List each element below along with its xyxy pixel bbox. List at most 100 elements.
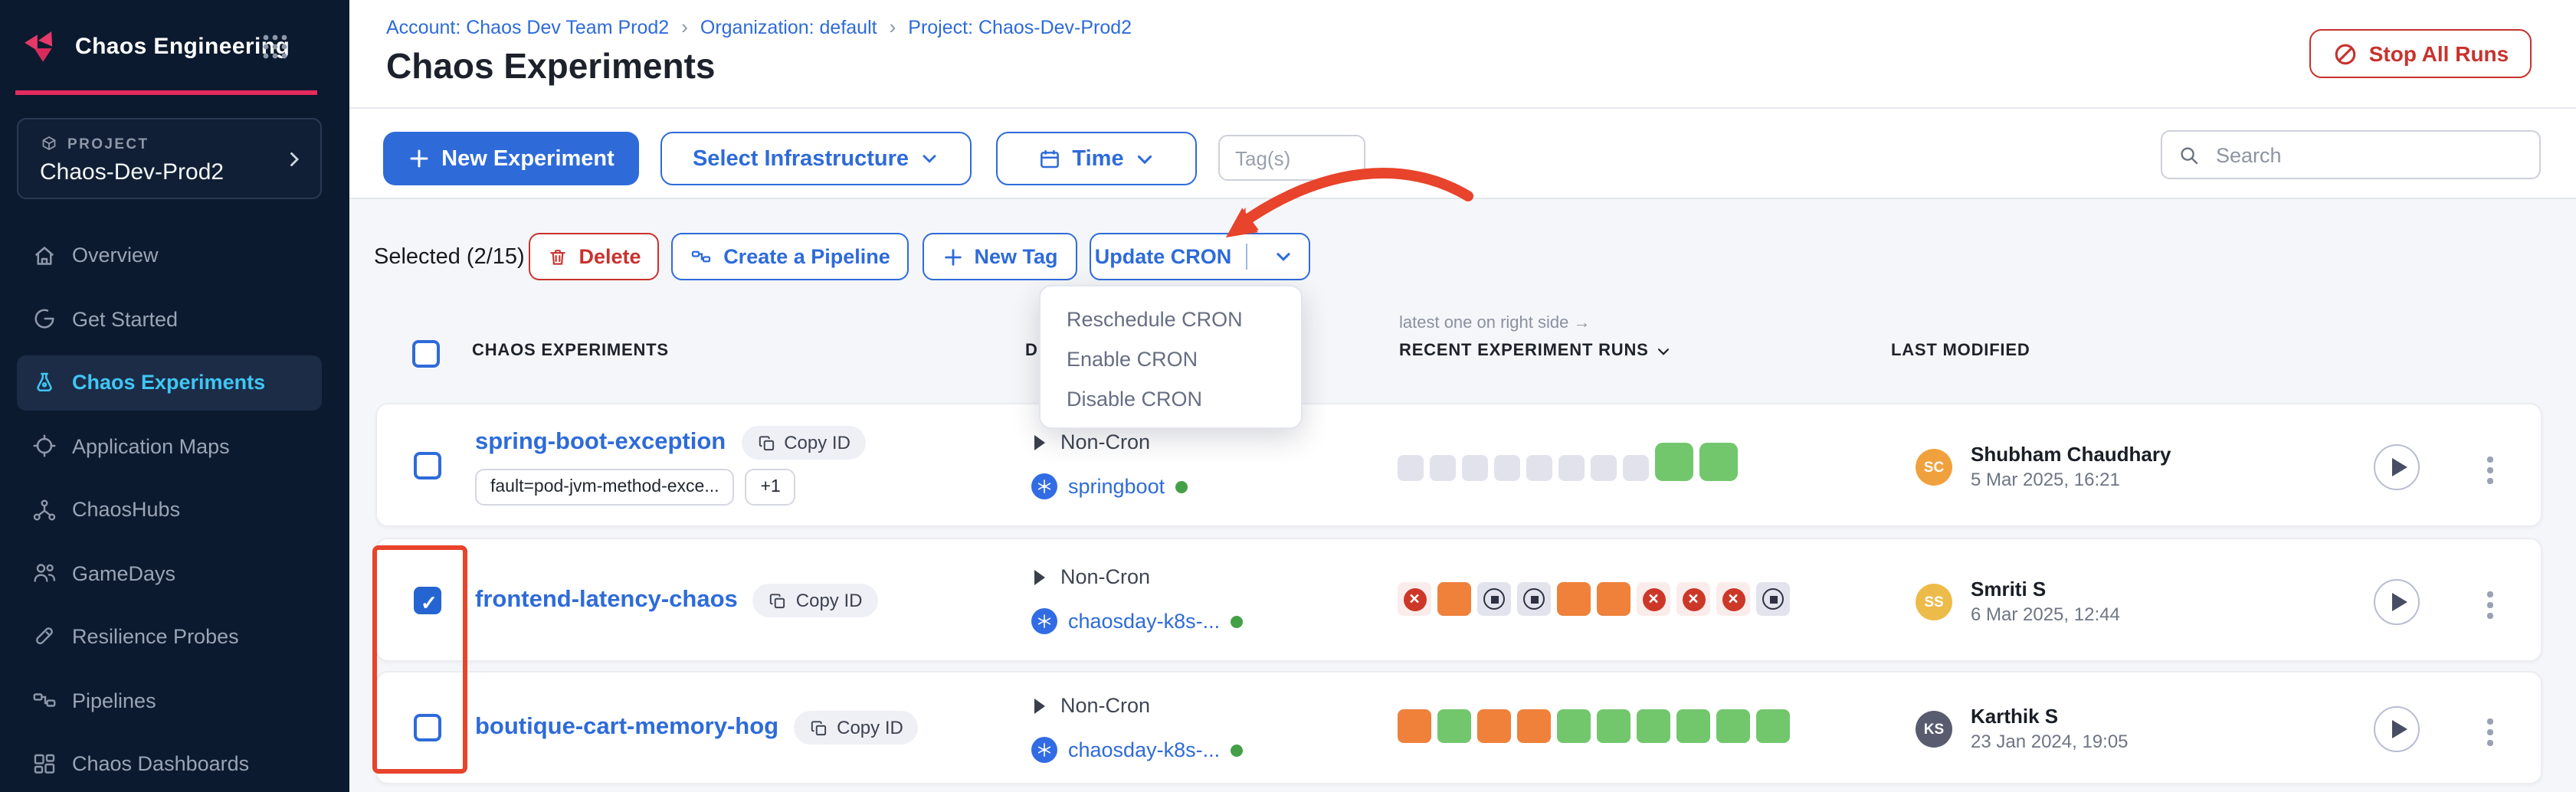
expand-triangle-icon[interactable] [1034,698,1045,713]
search-input[interactable] [2213,142,2524,168]
selected-count-label: Selected (2/15) [374,245,525,270]
run-status-running[interactable] [1557,582,1591,616]
more-tags-chip[interactable]: +1 [746,469,796,506]
column-header-recent-runs[interactable]: RECENT EXPERIMENT RUNS [1399,342,1672,360]
row-menu-kebab[interactable] [2479,457,2501,483]
kubernetes-icon [1031,608,1057,634]
run-status-stopped[interactable] [1477,582,1511,616]
select-infrastructure-dropdown[interactable]: Select Infrastructure [660,132,972,185]
run-status-success[interactable] [1756,709,1790,743]
run-status-success-lg[interactable] [1655,443,1693,481]
run-status-empty[interactable] [1398,455,1424,481]
recent-runs-strip[interactable] [1398,443,1738,481]
tags-filter-input[interactable] [1218,135,1365,181]
sidebar-item-overview[interactable]: Overview [0,224,349,287]
run-status-success[interactable] [1437,709,1471,743]
row-menu-kebab[interactable] [2479,591,2501,618]
run-status-failed[interactable] [1716,582,1750,616]
experiment-name-link[interactable]: frontend-latency-chaos [475,587,738,614]
menu-item-enable-cron[interactable]: Enable CRON [1041,339,1301,378]
run-status-success[interactable] [1716,709,1750,743]
run-status-running[interactable] [1477,709,1511,743]
run-experiment-button[interactable] [2374,579,2420,625]
run-status-failed[interactable] [1637,582,1670,616]
row-menu-kebab[interactable] [2479,718,2501,745]
run-status-empty[interactable] [1623,455,1649,481]
run-status-empty[interactable] [1462,455,1488,481]
time-filter-label: Time [1072,146,1123,171]
infrastructure-link[interactable]: chaosday-k8s-... [1068,610,1220,633]
run-status-empty[interactable] [1526,455,1552,481]
module-grid-icon[interactable] [262,34,288,60]
update-cron-split-button[interactable]: Update CRON [1090,233,1310,280]
run-status-success[interactable] [1637,709,1670,743]
sidebar-item-label: Chaos Experiments [72,371,265,394]
sidebar-item-pipelines[interactable]: Pipelines [0,669,349,732]
breadcrumb-project-link[interactable]: Project: Chaos-Dev-Prod2 [908,16,1132,38]
search-box[interactable] [2161,130,2541,179]
search-icon [2178,143,2201,166]
delete-label: Delete [578,245,641,268]
run-status-success-lg[interactable] [1699,443,1738,481]
run-status-running[interactable] [1398,709,1431,743]
menu-item-disable-cron[interactable]: Disable CRON [1041,378,1301,418]
create-pipeline-button[interactable]: Create a Pipeline [671,233,909,280]
run-status-success[interactable] [1676,709,1710,743]
run-status-empty[interactable] [1494,455,1520,481]
copy-id-button[interactable]: Copy ID [753,584,878,617]
cron-type-label: Non-Cron [1060,565,1150,588]
recent-runs-strip[interactable] [1398,709,1790,743]
run-status-failed[interactable] [1398,582,1431,616]
chevron-right-icon [283,146,305,173]
copy-id-button[interactable]: Copy ID [794,711,919,745]
sidebar-item-resilience-probes[interactable]: Resilience Probes [0,605,349,669]
run-status-failed[interactable] [1676,582,1710,616]
run-status-empty[interactable] [1558,455,1585,481]
experiment-name-link[interactable]: boutique-cart-memory-hog [475,714,778,741]
run-status-running[interactable] [1437,582,1471,616]
expand-triangle-icon[interactable] [1034,569,1045,584]
run-status-empty[interactable] [1430,455,1456,481]
column-header-experiments[interactable]: CHAOS EXPERIMENTS [472,342,669,360]
play-icon [2391,720,2407,738]
sidebar-item-gamedays[interactable]: GameDays [0,542,349,605]
run-status-empty[interactable] [1591,455,1617,481]
recent-runs-strip[interactable] [1398,582,1790,616]
run-status-running[interactable] [1597,582,1630,616]
infrastructure-link[interactable]: springboot [1068,475,1165,498]
run-status-stopped[interactable] [1517,582,1551,616]
new-experiment-button[interactable]: New Experiment [383,132,639,185]
select-all-checkbox[interactable] [412,340,440,368]
time-filter-dropdown[interactable]: Time [996,132,1197,185]
expand-triangle-icon[interactable] [1034,434,1045,450]
sidebar-item-application-maps[interactable]: Application Maps [0,414,349,478]
delete-button[interactable]: Delete [529,233,659,280]
row-checkbox[interactable] [414,714,441,741]
infrastructure-link[interactable]: chaosday-k8s-... [1068,738,1220,761]
sidebar-item-get-started[interactable]: Get Started [0,287,349,351]
run-status-success[interactable] [1557,709,1591,743]
update-cron-caret[interactable] [1258,247,1309,267]
copy-icon [769,591,788,610]
run-status-success[interactable] [1597,709,1630,743]
stop-all-runs-button[interactable]: Stop All Runs [2309,29,2532,78]
run-experiment-button[interactable] [2374,444,2420,490]
sidebar-item-chaos-dashboards[interactable]: Chaos Dashboards [0,732,349,792]
pipeline-icon [690,245,713,268]
experiment-name-link[interactable]: spring-boot-exception [475,429,726,457]
row-checkbox[interactable] [414,587,441,614]
menu-item-reschedule-cron[interactable]: Reschedule CRON [1041,299,1301,339]
run-experiment-button[interactable] [2374,706,2420,752]
new-tag-button[interactable]: New Tag [923,233,1077,280]
breadcrumb-account-link[interactable]: Account: Chaos Dev Team Prod2 [386,16,669,38]
project-selector[interactable]: PROJECT Chaos-Dev-Prod2 [17,118,322,199]
experiment-tag-chip[interactable]: fault=pod-jvm-method-exce... [475,469,735,506]
sidebar-item-chaos-experiments[interactable]: Chaos Experiments [0,351,349,414]
copy-id-button[interactable]: Copy ID [741,426,866,460]
run-status-stopped[interactable] [1756,582,1790,616]
run-status-running[interactable] [1517,709,1551,743]
avatar: SS [1916,584,1952,620]
breadcrumb-org-link[interactable]: Organization: default [700,16,877,38]
row-checkbox[interactable] [414,452,441,479]
sidebar-item-chaoshubs[interactable]: ChaosHubs [0,478,349,542]
